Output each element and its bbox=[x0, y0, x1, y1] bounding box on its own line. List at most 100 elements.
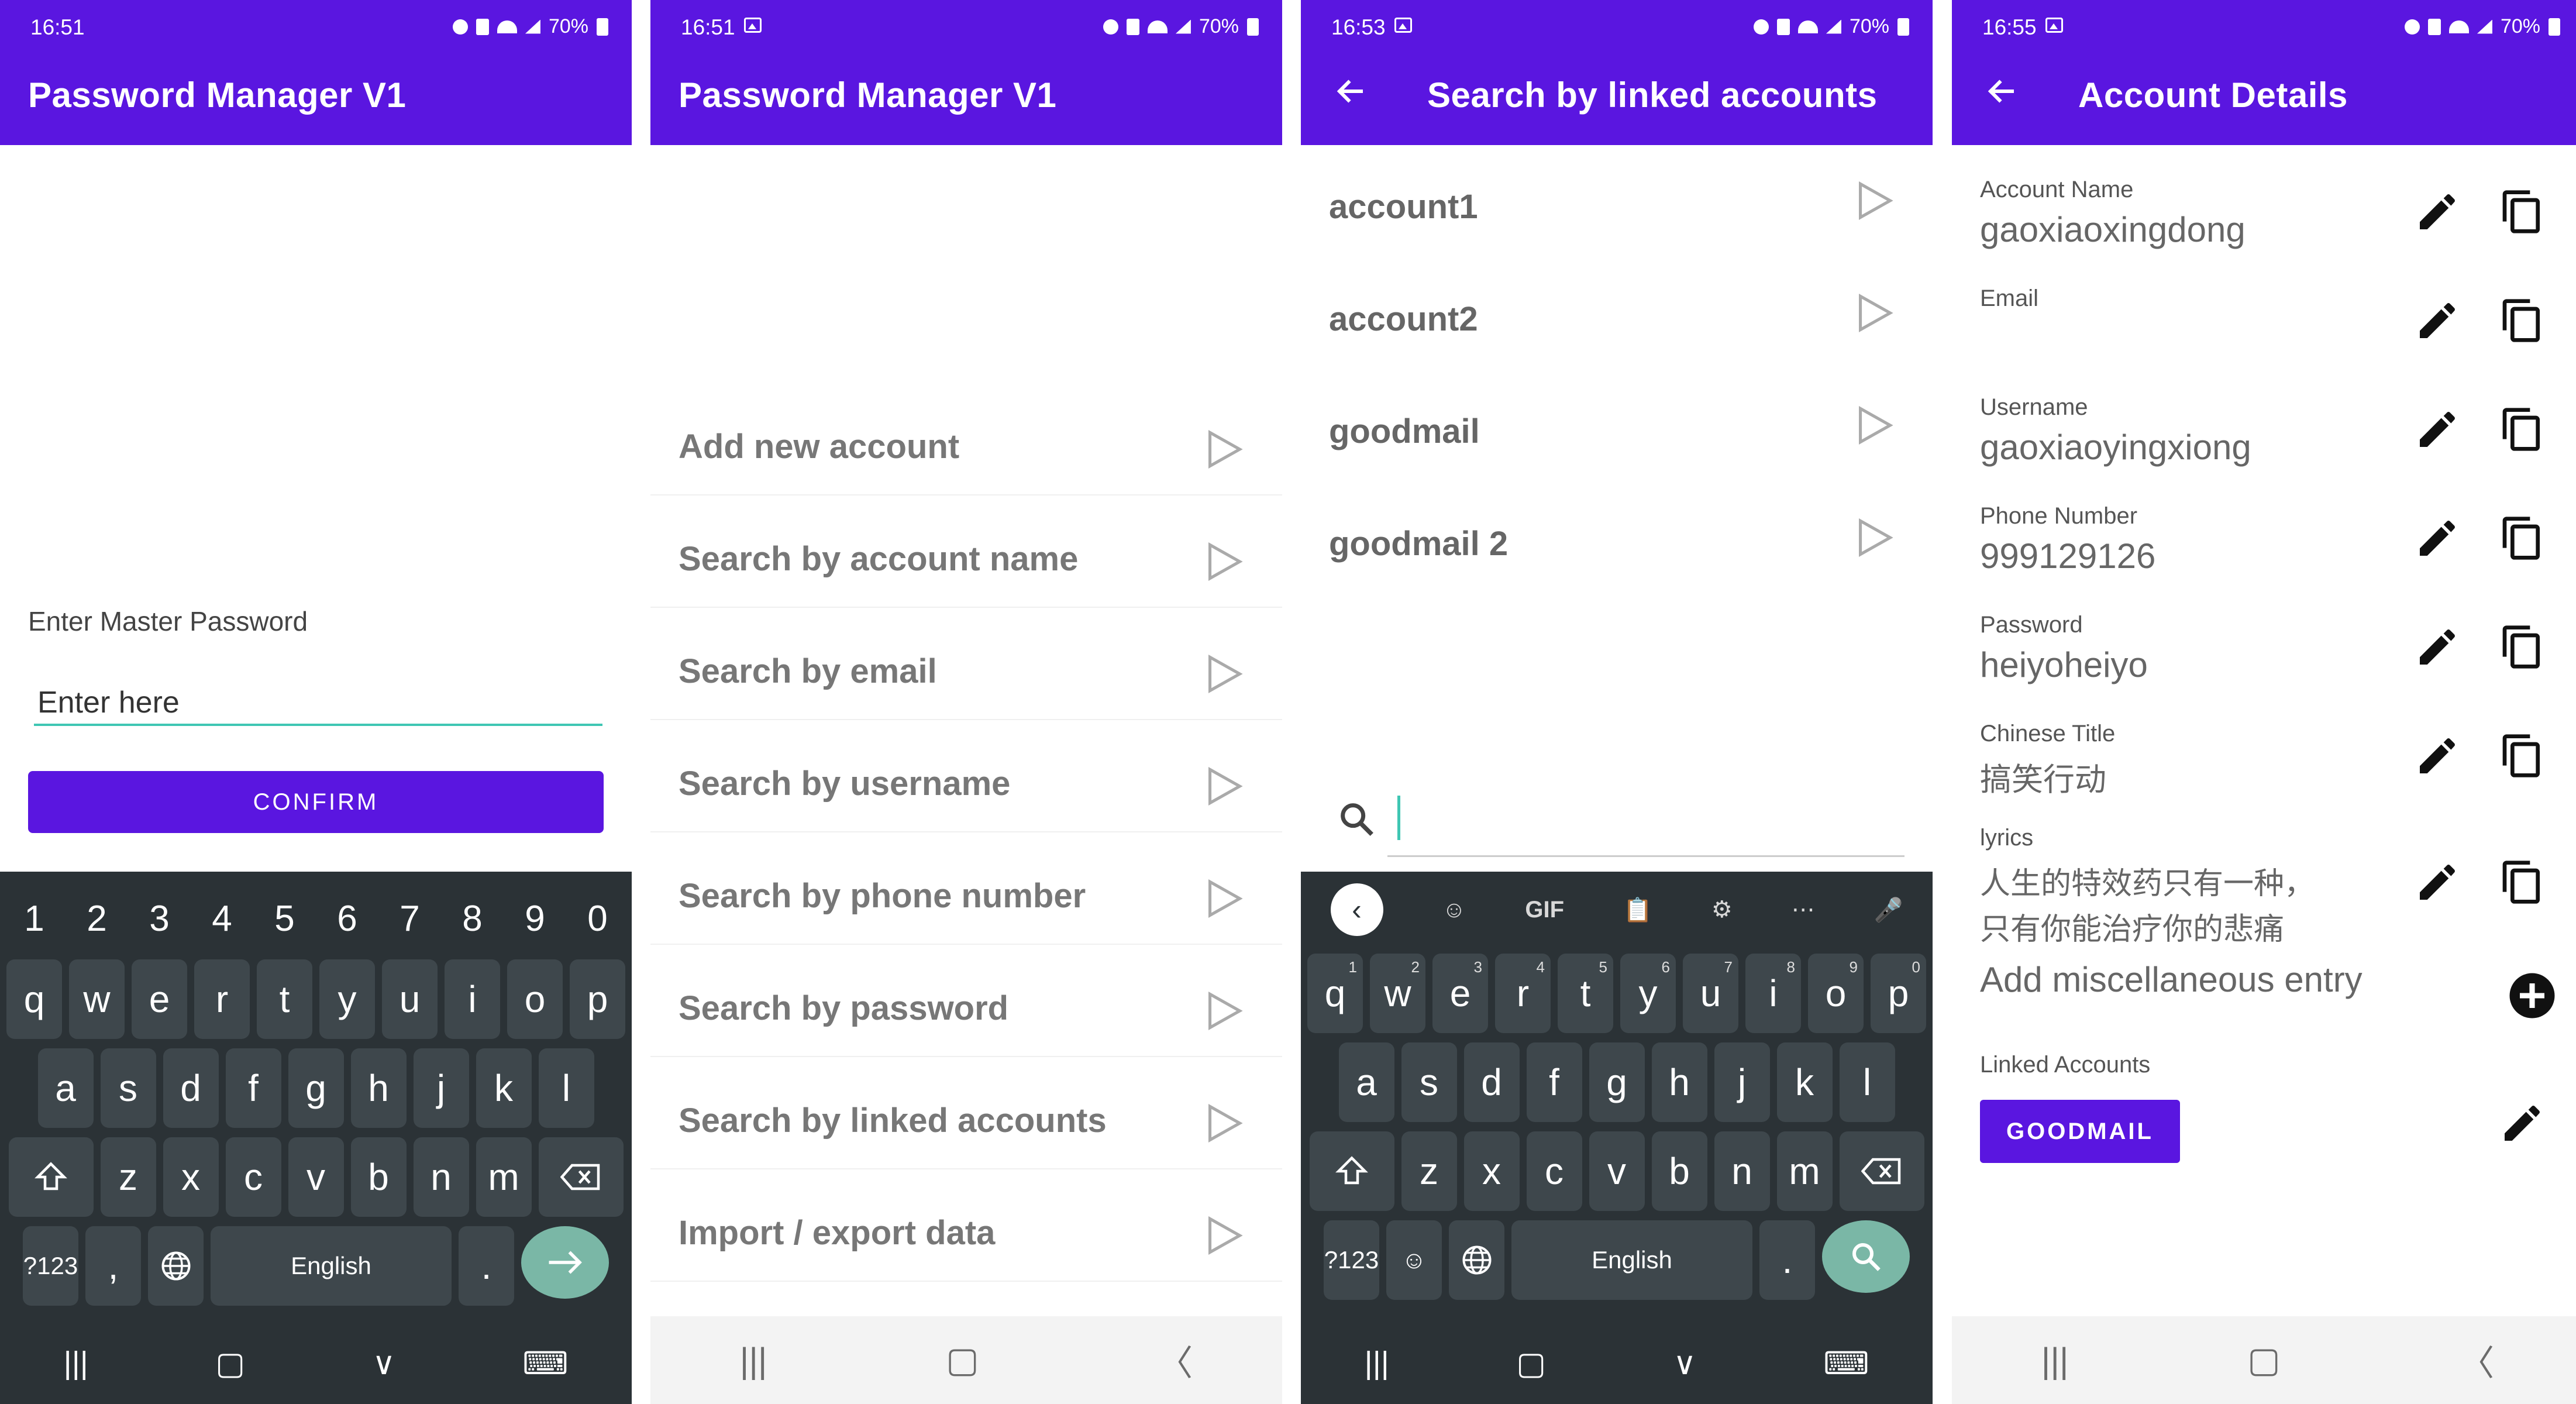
home-icon[interactable]: ▢ bbox=[946, 1340, 979, 1381]
key-d[interactable]: d bbox=[1463, 1042, 1520, 1122]
key-t[interactable]: t bbox=[257, 959, 312, 1039]
comma-key[interactable]: , bbox=[85, 1226, 141, 1306]
key-o[interactable]: o bbox=[507, 959, 563, 1039]
recent-apps-icon[interactable]: ||| bbox=[2041, 1340, 2069, 1381]
clipboard-icon[interactable]: 📋 bbox=[1623, 896, 1652, 924]
key-v[interactable]: v bbox=[1589, 1131, 1645, 1211]
menu-item-search-linked[interactable]: Search by linked accounts bbox=[650, 1069, 1282, 1169]
microphone-icon[interactable]: 🎤 bbox=[1874, 896, 1903, 924]
confirm-button[interactable]: CONFIRM bbox=[28, 771, 604, 833]
gif-button[interactable]: GIF bbox=[1525, 897, 1564, 923]
menu-item-search-email[interactable]: Search by email bbox=[650, 620, 1282, 720]
key-i[interactable]: i bbox=[445, 959, 500, 1039]
edit-pencil-icon[interactable] bbox=[2499, 1100, 2546, 1147]
enter-key[interactable] bbox=[521, 1226, 609, 1299]
key-f[interactable]: f bbox=[1526, 1042, 1582, 1122]
more-dots-icon[interactable]: ⋯ bbox=[1792, 896, 1815, 923]
key-g[interactable]: g bbox=[1589, 1042, 1645, 1122]
key-e[interactable]: e3 bbox=[1432, 954, 1488, 1033]
copy-icon[interactable] bbox=[2499, 859, 2546, 906]
key-p[interactable]: p0 bbox=[1871, 954, 1926, 1033]
hide-keyboard-icon[interactable]: ∨ bbox=[372, 1345, 395, 1382]
backspace-key[interactable] bbox=[1839, 1131, 1924, 1211]
menu-item-search-password[interactable]: Search by password bbox=[650, 956, 1282, 1057]
home-icon[interactable]: ▢ bbox=[1516, 1345, 1546, 1382]
linked-search-input[interactable] bbox=[1387, 790, 1905, 857]
key-t[interactable]: t5 bbox=[1558, 954, 1613, 1033]
linked-account-item[interactable]: account2 bbox=[1301, 259, 1933, 370]
key-l[interactable]: l bbox=[538, 1048, 594, 1128]
key-8[interactable]: 8 bbox=[445, 889, 500, 948]
key-1[interactable]: 1 bbox=[6, 889, 62, 948]
key-5[interactable]: 5 bbox=[257, 889, 312, 948]
hide-keyboard-icon[interactable]: ∨ bbox=[1673, 1345, 1696, 1382]
key-k[interactable]: k bbox=[476, 1048, 532, 1128]
key-m[interactable]: m bbox=[476, 1137, 532, 1217]
key-x[interactable]: x bbox=[163, 1137, 219, 1217]
key-u[interactable]: u bbox=[382, 959, 438, 1039]
linked-account-item[interactable]: account1 bbox=[1301, 146, 1933, 257]
symbols-key[interactable]: ?123 bbox=[1324, 1220, 1379, 1300]
copy-icon[interactable] bbox=[2499, 297, 2546, 344]
key-r[interactable]: r4 bbox=[1495, 954, 1551, 1033]
key-n[interactable]: n bbox=[1714, 1131, 1770, 1211]
search-key[interactable] bbox=[1822, 1220, 1910, 1293]
key-b[interactable]: b bbox=[350, 1137, 407, 1217]
shift-key[interactable] bbox=[1309, 1131, 1394, 1211]
key-p[interactable]: p bbox=[570, 959, 625, 1039]
master-password-input[interactable] bbox=[34, 682, 602, 726]
key-q[interactable]: q bbox=[6, 959, 62, 1039]
key-c[interactable]: c bbox=[1526, 1131, 1582, 1211]
copy-icon[interactable] bbox=[2499, 624, 2546, 670]
key-o[interactable]: o9 bbox=[1808, 954, 1864, 1033]
key-w[interactable]: w bbox=[69, 959, 125, 1039]
key-4[interactable]: 4 bbox=[194, 889, 250, 948]
edit-pencil-icon[interactable] bbox=[2414, 297, 2461, 344]
key-k[interactable]: k bbox=[1776, 1042, 1833, 1122]
linked-account-chip[interactable]: GOODMAIL bbox=[1980, 1100, 2180, 1163]
globe-key[interactable] bbox=[148, 1226, 204, 1306]
recent-apps-icon[interactable]: ||| bbox=[1365, 1345, 1389, 1381]
back-arrow-icon[interactable] bbox=[1985, 74, 2020, 109]
key-n[interactable]: n bbox=[413, 1137, 469, 1217]
key-g[interactable]: g bbox=[288, 1048, 344, 1128]
emoji-comma-key[interactable]: ☺ bbox=[1386, 1220, 1442, 1300]
space-key[interactable]: English bbox=[211, 1226, 452, 1306]
copy-icon[interactable] bbox=[2499, 732, 2546, 779]
key-j[interactable]: j bbox=[413, 1048, 469, 1128]
key-f[interactable]: f bbox=[225, 1048, 281, 1128]
key-6[interactable]: 6 bbox=[319, 889, 375, 948]
menu-item-search-account-name[interactable]: Search by account name bbox=[650, 507, 1282, 608]
copy-icon[interactable] bbox=[2499, 188, 2546, 235]
key-z[interactable]: z bbox=[1401, 1131, 1457, 1211]
add-circle-icon[interactable] bbox=[2508, 971, 2557, 1020]
key-c[interactable]: c bbox=[225, 1137, 281, 1217]
menu-item-search-phone[interactable]: Search by phone number bbox=[650, 844, 1282, 945]
edit-pencil-icon[interactable] bbox=[2414, 859, 2461, 906]
edit-pencil-icon[interactable] bbox=[2414, 515, 2461, 562]
key-m[interactable]: m bbox=[1776, 1131, 1833, 1211]
key-j[interactable]: j bbox=[1714, 1042, 1770, 1122]
edit-pencil-icon[interactable] bbox=[2414, 732, 2461, 779]
key-3[interactable]: 3 bbox=[132, 889, 187, 948]
keyboard-switch-icon[interactable]: ⌨ bbox=[1823, 1345, 1869, 1382]
toolbar-back-icon[interactable]: ‹ bbox=[1330, 883, 1383, 936]
key-q[interactable]: q1 bbox=[1307, 954, 1363, 1033]
key-e[interactable]: e bbox=[132, 959, 187, 1039]
space-key[interactable]: English bbox=[1511, 1220, 1752, 1300]
key-h[interactable]: h bbox=[350, 1048, 407, 1128]
back-nav-icon[interactable]: 〈 bbox=[2459, 1335, 2494, 1386]
key-7[interactable]: 7 bbox=[382, 889, 438, 948]
linked-account-item[interactable]: goodmail bbox=[1301, 371, 1933, 482]
home-icon[interactable]: ▢ bbox=[215, 1345, 245, 1382]
globe-key[interactable] bbox=[1449, 1220, 1504, 1300]
menu-item-add-account[interactable]: Add new account bbox=[650, 395, 1282, 495]
keyboard-switch-icon[interactable]: ⌨ bbox=[522, 1345, 568, 1382]
edit-pencil-icon[interactable] bbox=[2414, 624, 2461, 670]
add-misc-entry-label[interactable]: Add miscellaneous entry bbox=[1980, 959, 2363, 1000]
menu-item-import-export[interactable]: Import / export data bbox=[650, 1181, 1282, 1282]
linked-account-item[interactable]: goodmail 2 bbox=[1301, 483, 1933, 594]
sticker-icon[interactable]: ☺ bbox=[1442, 897, 1466, 923]
key-s[interactable]: s bbox=[100, 1048, 156, 1128]
key-b[interactable]: b bbox=[1651, 1131, 1707, 1211]
